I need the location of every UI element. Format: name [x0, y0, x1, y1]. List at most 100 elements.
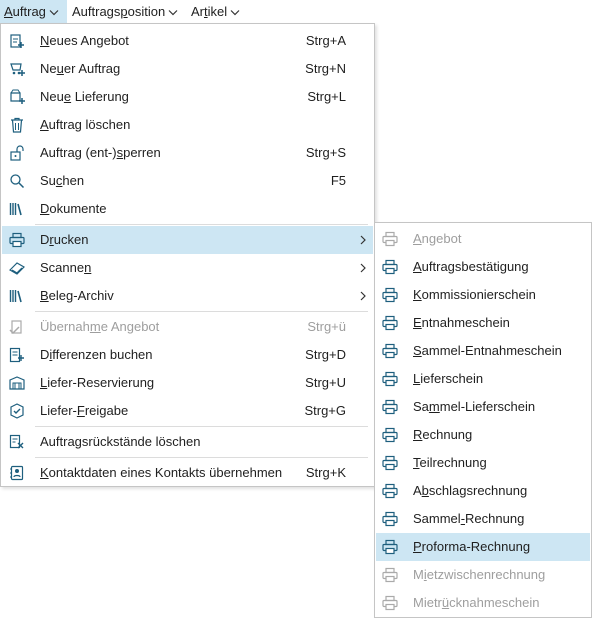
submenu-item-abschlagsrechnung[interactable]: Abschlagsrechnung: [376, 477, 590, 505]
submenu-item-label: Lieferschein: [413, 371, 484, 386]
menu-item-label: Neues Angebot: [40, 33, 129, 48]
menu-item-liefer-reservierung[interactable]: Liefer-Reservierung Strg+U: [2, 369, 373, 397]
menu-item-drucken[interactable]: Drucken: [2, 226, 373, 254]
menu-item-shortcut: Strg+ü: [307, 319, 346, 334]
contact-card-icon: [10, 465, 24, 481]
menu-item-shortcut: Strg+G: [304, 403, 346, 418]
menu-separator: [35, 311, 368, 312]
menu-item-shortcut: Strg+D: [305, 347, 346, 362]
printer-icon: [382, 511, 398, 527]
menu-label-post: uftrag: [12, 4, 46, 19]
auftrag-dropdown-menu: Neues Angebot Strg+A Neuer Auftrag Strg+…: [0, 23, 375, 487]
menu-item-beleg-archiv[interactable]: Beleg-Archiv: [2, 282, 373, 310]
menu-label-post: ikel: [207, 4, 228, 19]
menu-artikel[interactable]: Artikel: [187, 0, 247, 23]
submenu-item-lieferschein[interactable]: Lieferschein: [376, 365, 590, 393]
trash-icon: [11, 117, 23, 133]
menu-item-differenzen-buchen[interactable]: Differenzen buchen Strg+D: [2, 341, 373, 369]
submenu-item-label: Auftragsbestätigung: [413, 259, 529, 274]
menu-item-label: Beleg-Archiv: [40, 288, 114, 303]
menu-auftragsposition[interactable]: Auftragsposition: [68, 0, 186, 23]
delivery-release-icon: [10, 403, 24, 419]
menu-item-auftragsrueckstaende-loeschen[interactable]: Auftragsrückstände löschen: [2, 428, 373, 456]
printer-icon: [9, 232, 25, 248]
printer-icon: [382, 483, 398, 499]
menu-label-post: osition: [127, 4, 166, 19]
submenu-item-mietruecknahmeschein[interactable]: Mietrücknahmeschein: [376, 589, 590, 617]
submenu-item-label: Abschlagsrechnung: [413, 483, 528, 498]
printer-icon: [382, 399, 398, 415]
new-order-icon: [10, 63, 25, 76]
submenu-item-label: Sammel-Lieferschein: [413, 399, 536, 414]
menu-item-label: Drucken: [40, 232, 89, 247]
submenu-item-label: Proforma-Rechnung: [413, 539, 531, 554]
menu-item-suchen[interactable]: Suchen F5: [2, 167, 373, 195]
chevron-right-icon: [360, 263, 366, 273]
chevron-down-icon: [230, 10, 240, 16]
submenu-item-label: Angebot: [413, 231, 462, 246]
submenu-item-entnahmeschein[interactable]: Entnahmeschein: [376, 309, 590, 337]
menu-item-label: Suchen: [40, 173, 85, 188]
menu-item-shortcut: Strg+K: [305, 465, 346, 480]
submenu-item-kommissionierschein[interactable]: Kommissionierschein: [376, 281, 590, 309]
submenu-item-mietzwischenrechnung[interactable]: Mietzwischenrechnung: [376, 561, 590, 589]
menu-item-shortcut: Strg+U: [305, 375, 346, 390]
printer-icon: [382, 259, 398, 275]
menu-item-label: Neue Lieferung: [40, 89, 129, 104]
submenu-item-auftragsbestaetigung[interactable]: Auftragsbestätigung: [376, 253, 590, 281]
menu-item-uebernahme-angebot[interactable]: Übernahme Angebot Strg+ü: [2, 313, 373, 341]
menu-item-neues-angebot[interactable]: Neues Angebot Strg+A: [2, 27, 373, 55]
chevron-right-icon: [360, 291, 366, 301]
archive-icon: [9, 290, 22, 303]
chevron-down-icon: [168, 10, 178, 16]
new-offer-icon: [10, 34, 24, 48]
menu-item-label: Kontaktdaten eines Kontakts übernehmen: [40, 465, 283, 480]
submenu-item-label: Kommissionierschein: [413, 287, 536, 302]
menu-item-label: Liefer-Reservierung: [40, 375, 155, 390]
menu-label-key: A: [4, 4, 13, 19]
menu-item-shortcut: Strg+S: [305, 145, 346, 160]
submenu-item-angebot[interactable]: Angebot: [376, 225, 590, 253]
submenu-item-rechnung[interactable]: Rechnung: [376, 421, 590, 449]
submenu-item-label: Entnahmeschein: [413, 315, 510, 330]
menu-item-dokumente[interactable]: Dokumente: [2, 195, 373, 223]
chevron-right-icon: [360, 235, 366, 245]
menu-item-auftrag-sperren[interactable]: Auftrag (ent-)sperren Strg+S: [2, 139, 373, 167]
menu-item-shortcut: Strg+N: [305, 61, 346, 76]
menu-label-pre: Auftrags: [72, 4, 121, 19]
menu-label-pre: Ar: [191, 4, 204, 19]
menu-auftrag[interactable]: Auftrag: [0, 0, 67, 23]
menu-item-shortcut: F5: [330, 173, 346, 188]
submenu-item-sammel-entnahmeschein[interactable]: Sammel-Entnahmeschein: [376, 337, 590, 365]
menu-item-auftrag-loeschen[interactable]: Auftrag löschen: [2, 111, 373, 139]
menu-item-neuer-auftrag[interactable]: Neuer Auftrag Strg+N: [2, 55, 373, 83]
submenu-item-sammel-lieferschein[interactable]: Sammel-Lieferschein: [376, 393, 590, 421]
printer-icon: [382, 567, 398, 583]
submenu-item-proforma-rechnung[interactable]: Proforma-Rechnung: [376, 533, 590, 561]
menu-label-key: p: [120, 4, 128, 19]
menu-item-neue-lieferung[interactable]: Neue Lieferung Strg+L: [2, 83, 373, 111]
menu-item-label: Differenzen buchen: [40, 347, 153, 362]
documents-icon: [9, 203, 22, 216]
menu-item-kontaktdaten-uebernehmen[interactable]: Kontaktdaten eines Kontakts übernehmen S…: [2, 459, 373, 487]
submenu-item-sammel-rechnung[interactable]: Sammel-Rechnung: [376, 505, 590, 533]
search-icon: [10, 174, 25, 189]
submenu-item-label: Sammel-Entnahmeschein: [413, 343, 562, 358]
menu-item-liefer-freigabe[interactable]: Liefer-Freigabe Strg+G: [2, 397, 373, 425]
menu-item-label: Auftrag (ent-)sperren: [40, 145, 161, 160]
menu-item-label: Neuer Auftrag: [40, 61, 121, 76]
printer-icon: [382, 371, 398, 387]
menu-item-scannen[interactable]: Scannen: [2, 254, 373, 282]
new-delivery-icon: [10, 89, 25, 104]
printer-icon: [382, 455, 398, 471]
scanner-icon: [9, 262, 25, 275]
submenu-item-teilrechnung[interactable]: Teilrechnung: [376, 449, 590, 477]
printer-icon: [382, 287, 398, 303]
submenu-item-label: Rechnung: [413, 427, 473, 442]
printer-icon: [382, 315, 398, 331]
printer-icon: [382, 231, 398, 247]
menu-separator: [35, 426, 368, 427]
menu-separator: [35, 224, 368, 225]
menu-item-label: Dokumente: [40, 201, 107, 216]
menu-separator: [35, 457, 368, 458]
